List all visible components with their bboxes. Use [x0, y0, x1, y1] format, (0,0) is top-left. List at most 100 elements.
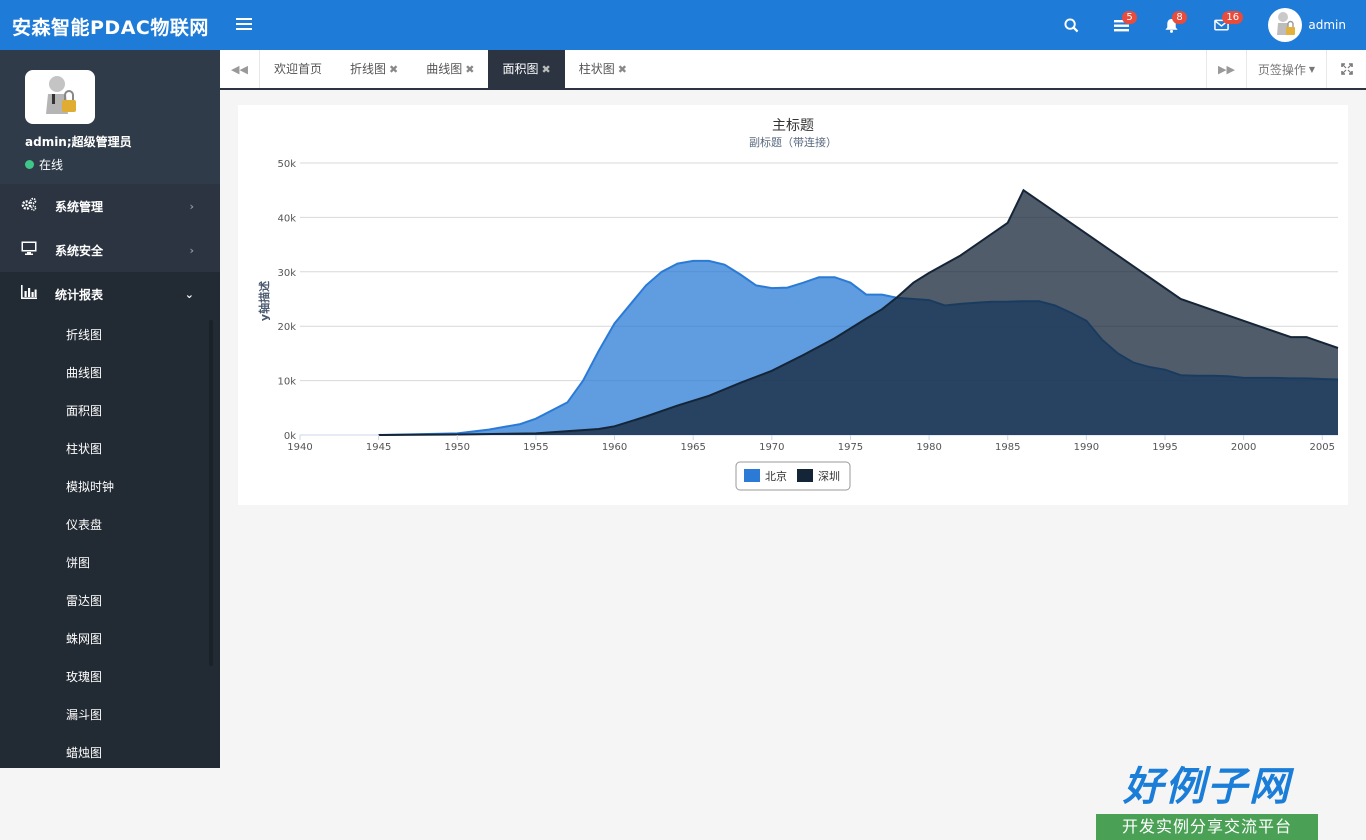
submenu-item-line-chart[interactable]: 折线图: [0, 316, 220, 354]
sidebar-item-system-management[interactable]: 系统管理 ›: [0, 184, 220, 228]
profile-name: admin;超级管理员: [25, 135, 132, 149]
x-tick-label: 1955: [523, 442, 548, 453]
sidebar-scrollbar[interactable]: [209, 320, 213, 666]
sidebar-item-label: 统计报表: [55, 287, 104, 302]
tab-scroll-right-button[interactable]: ▶▶: [1206, 50, 1246, 88]
messages-badge: 5: [1122, 11, 1137, 24]
sidebar-item-statistics[interactable]: 统计报表 ⌄: [0, 272, 220, 316]
y-tick-label: 40k: [277, 213, 296, 224]
tab-scroll-left-button[interactable]: ◀◀: [220, 50, 260, 88]
profile-avatar[interactable]: [25, 70, 95, 124]
x-tick-label: 1970: [759, 442, 784, 453]
header-actions: 5 8 16 admin: [1046, 0, 1366, 50]
y-axis: 0k 10k 20k 30k 40k 50k: [277, 159, 296, 442]
y-tick-label: 20k: [277, 322, 296, 333]
sidebar-profile: admin;超级管理员 在线: [0, 50, 220, 184]
x-tick-label: 1965: [680, 442, 705, 453]
status-dot-icon: [25, 160, 34, 169]
close-icon[interactable]: ✖: [542, 63, 551, 76]
legend-label[interactable]: 北京: [765, 469, 787, 483]
double-left-arrow-icon: ◀◀: [231, 62, 248, 76]
sidebar-item-label: 系统安全: [55, 243, 104, 258]
monitor-icon: [20, 241, 38, 259]
fullscreen-button[interactable]: [1326, 50, 1366, 88]
x-tick-label: 1960: [602, 442, 627, 453]
submenu-item-funnel-chart[interactable]: 漏斗图: [0, 696, 220, 734]
sidebar-item-label: 系统管理: [55, 199, 104, 214]
tab-operations-dropdown[interactable]: 页签操作 ▼: [1246, 50, 1326, 88]
x-tick-label: 1940: [287, 442, 312, 453]
bar-chart-icon: [20, 285, 38, 303]
submenu-item-bar-chart[interactable]: 柱状图: [0, 430, 220, 468]
expand-icon: [1340, 63, 1353, 75]
sidebar-item-system-security[interactable]: 系统安全 ›: [0, 228, 220, 272]
chevron-down-icon: ⌄: [184, 287, 194, 301]
chart-title: 主标题: [772, 118, 814, 134]
top-header: 安森智能PDAC物联网 5 8 16 admin: [0, 0, 1366, 50]
brand-title: 安森智能PDAC物联网: [12, 17, 209, 39]
x-tick-label: 1995: [1152, 442, 1177, 453]
tab-line-chart[interactable]: 折线图 ✖: [336, 50, 412, 88]
user-name: admin: [1308, 18, 1346, 32]
close-icon[interactable]: ✖: [465, 63, 474, 76]
notifications-badge: 8: [1172, 11, 1187, 24]
x-tick-label: 1985: [995, 442, 1020, 453]
close-icon[interactable]: ✖: [618, 63, 627, 76]
x-tick-label: 1980: [916, 442, 941, 453]
submenu-item-gauge[interactable]: 仪表盘: [0, 506, 220, 544]
sidebar: admin;超级管理员 在线 系统管理 › 系统安全 › 统计报表 ⌄ 折线图 …: [0, 50, 220, 768]
x-axis: 1940 1945 1950 1955 1960 1965 1970 1975 1980 1985…: [287, 435, 1335, 453]
tab-curve-chart[interactable]: 曲线图 ✖: [412, 50, 488, 88]
avatar: [1268, 8, 1303, 42]
legend-label[interactable]: 深圳: [818, 470, 840, 483]
legend-swatch: [797, 469, 813, 482]
chart-subtitle: 副标题（带连接）: [749, 135, 837, 149]
notifications-button[interactable]: 8: [1146, 0, 1196, 50]
submenu-item-candlestick-chart[interactable]: 蜡烛图: [0, 734, 220, 768]
caret-down-icon: ▼: [1308, 64, 1316, 74]
gears-icon: [20, 197, 38, 215]
chevron-right-icon: ›: [189, 243, 194, 257]
menu-toggle-icon[interactable]: [236, 15, 252, 33]
tab-bar: ◀◀ 欢迎首页 折线图 ✖ 曲线图 ✖ 面积图 ✖ 柱状图 ✖ ▶▶ 页签操作 ▼: [220, 50, 1366, 90]
site-watermark-logo: 好例子网 开发实例分享交流平台: [1096, 764, 1318, 840]
y-tick-label: 30k: [277, 268, 296, 279]
mail-badge: 16: [1222, 11, 1244, 24]
submenu-item-spider-chart[interactable]: 蛛网图: [0, 620, 220, 658]
close-icon[interactable]: ✖: [389, 63, 398, 76]
x-tick-label: 1990: [1074, 442, 1099, 453]
messages-button[interactable]: 5: [1096, 0, 1146, 50]
mail-button[interactable]: 16: [1196, 0, 1246, 50]
tab-welcome[interactable]: 欢迎首页: [260, 50, 336, 88]
tabs: 欢迎首页 折线图 ✖ 曲线图 ✖ 面积图 ✖ 柱状图 ✖: [260, 50, 641, 88]
area-chart: 主标题 副标题（带连接） 1940 1945 1950 1955 1960 1965 197…: [257, 118, 1339, 491]
submenu-item-curve-chart[interactable]: 曲线图: [0, 354, 220, 392]
tab-bar-chart[interactable]: 柱状图 ✖: [565, 50, 641, 88]
double-right-arrow-icon: ▶▶: [1218, 62, 1235, 76]
x-tick-label: 1945: [366, 442, 391, 453]
chart-series: [378, 188, 1339, 436]
tab-area-chart[interactable]: 面积图 ✖: [488, 50, 565, 88]
main-content: 主标题 副标题（带连接） 1940 1945 1950 1955 1960 1965 197…: [220, 92, 1366, 840]
chart-panel: 主标题 副标题（带连接） 1940 1945 1950 1955 1960 1965 197…: [238, 105, 1348, 505]
watermark-title: 好例子网: [1123, 764, 1291, 810]
user-menu[interactable]: admin: [1246, 0, 1366, 50]
x-tick-label: 2005: [1310, 442, 1335, 453]
search-icon[interactable]: [1046, 0, 1096, 50]
y-tick-label: 0k: [284, 431, 296, 442]
statistics-submenu: 折线图 曲线图 面积图 柱状图 模拟时钟 仪表盘 饼图 雷达图 蛛网图 玫瑰图 …: [0, 316, 220, 768]
submenu-item-pie-chart[interactable]: 饼图: [0, 544, 220, 582]
watermark-subtitle: 开发实例分享交流平台: [1096, 814, 1318, 840]
submenu-item-area-chart[interactable]: 面积图: [0, 392, 220, 430]
submenu-item-radar-chart[interactable]: 雷达图: [0, 582, 220, 620]
submenu-item-rose-chart[interactable]: 玫瑰图: [0, 658, 220, 696]
x-tick-label: 1975: [838, 442, 863, 453]
submenu-item-clock[interactable]: 模拟时钟: [0, 468, 220, 506]
chart-legend[interactable]: 北京 深圳: [735, 461, 851, 491]
status-text: 在线: [39, 158, 64, 172]
online-status: 在线: [25, 156, 63, 173]
y-tick-label: 50k: [277, 159, 296, 170]
legend-swatch: [744, 469, 760, 482]
tab-bar-actions: ▶▶ 页签操作 ▼: [1206, 50, 1366, 88]
y-axis-label: y轴描述: [257, 281, 271, 321]
